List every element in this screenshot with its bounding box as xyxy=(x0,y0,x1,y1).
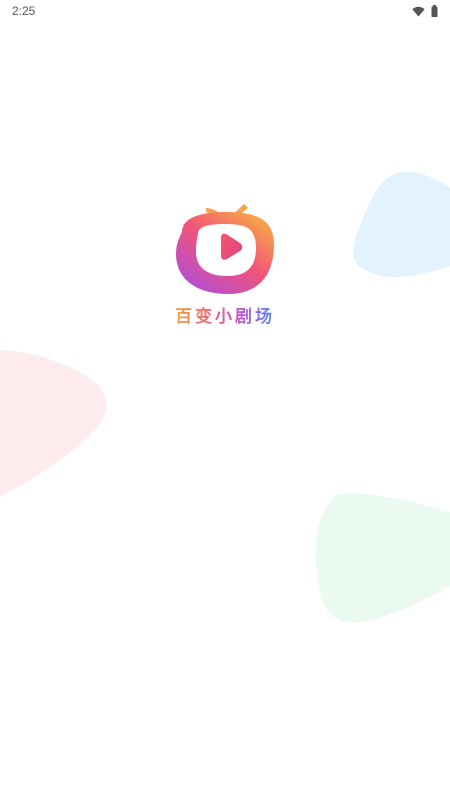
tv-play-logo-icon xyxy=(176,204,274,294)
status-icons xyxy=(412,5,438,17)
wifi-icon xyxy=(412,6,425,16)
decorative-green-blob xyxy=(315,493,450,623)
app-name: 百变小剧场 xyxy=(175,302,275,327)
splash-screen: 2:25 百变小剧场 xyxy=(0,0,450,800)
status-time: 2:25 xyxy=(12,4,36,18)
app-logo-block: 百变小剧场 xyxy=(0,198,450,327)
status-bar: 2:25 xyxy=(0,0,450,22)
battery-icon xyxy=(431,5,438,17)
decorative-pink-blob xyxy=(0,350,107,497)
